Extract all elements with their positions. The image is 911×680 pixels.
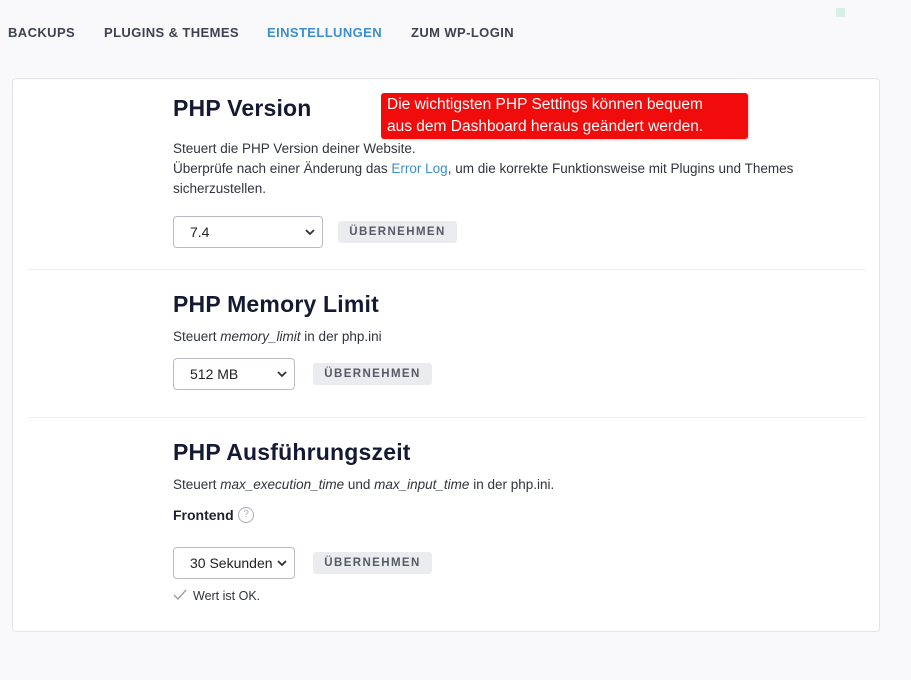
section-divider	[28, 269, 866, 270]
php-version-description: Steuert die PHP Version deiner Website. …	[173, 141, 794, 196]
error-log-link[interactable]: Error Log	[391, 161, 447, 176]
status-text: Wert ist OK.	[193, 589, 261, 603]
annotation-callout: Die wichtigsten PHP Settings können bequ…	[381, 93, 748, 139]
tab-einstellungen[interactable]: EINSTELLUNGEN	[267, 25, 382, 40]
execution-time-select[interactable]: 30 Sekunden	[173, 547, 295, 579]
check-icon	[173, 589, 187, 601]
php-version-select[interactable]: 7.4	[173, 216, 323, 248]
execution-time-description: Steuert max_execution_time und max_input…	[173, 477, 555, 492]
section-divider	[28, 417, 866, 418]
top-navigation: BACKUPS PLUGINS & THEMES EINSTELLUNGEN Z…	[0, 0, 911, 64]
callout-line-2: aus dem Dashboard heraus geändert werden…	[387, 118, 704, 135]
chevron-down-icon	[277, 371, 287, 378]
php-version-apply-button[interactable]: ÜBERNEHMEN	[338, 221, 457, 243]
memory-limit-title: PHP Memory Limit	[173, 291, 379, 317]
decorative-square	[836, 8, 845, 17]
tab-plugins-themes[interactable]: PLUGINS & THEMES	[104, 25, 239, 40]
frontend-label: Frontend	[173, 507, 234, 523]
chevron-down-icon	[305, 229, 315, 236]
memory-limit-description: Steuert memory_limit in der php.ini	[173, 329, 382, 344]
memory-limit-select[interactable]: 512 MB	[173, 358, 295, 390]
memory-limit-section: PHP Memory Limit Steuert memory_limit in…	[173, 291, 833, 347]
chevron-down-icon	[277, 560, 287, 567]
memory-limit-apply-button[interactable]: ÜBERNEHMEN	[313, 363, 432, 385]
callout-line-1: Die wichtigsten PHP Settings können bequ…	[387, 96, 703, 113]
question-circle-icon[interactable]: ?	[238, 507, 254, 523]
execution-time-apply-button[interactable]: ÜBERNEHMEN	[313, 552, 432, 574]
tab-wp-login[interactable]: ZUM WP-LOGIN	[411, 25, 514, 40]
settings-card: PHP Version Steuert die PHP Version dein…	[12, 78, 880, 632]
execution-time-section: PHP Ausführungszeit Steuert max_executio…	[173, 439, 833, 495]
execution-time-title: PHP Ausführungszeit	[173, 439, 411, 465]
status-row: Wert ist OK.	[173, 589, 260, 603]
tab-backups[interactable]: BACKUPS	[8, 25, 75, 40]
